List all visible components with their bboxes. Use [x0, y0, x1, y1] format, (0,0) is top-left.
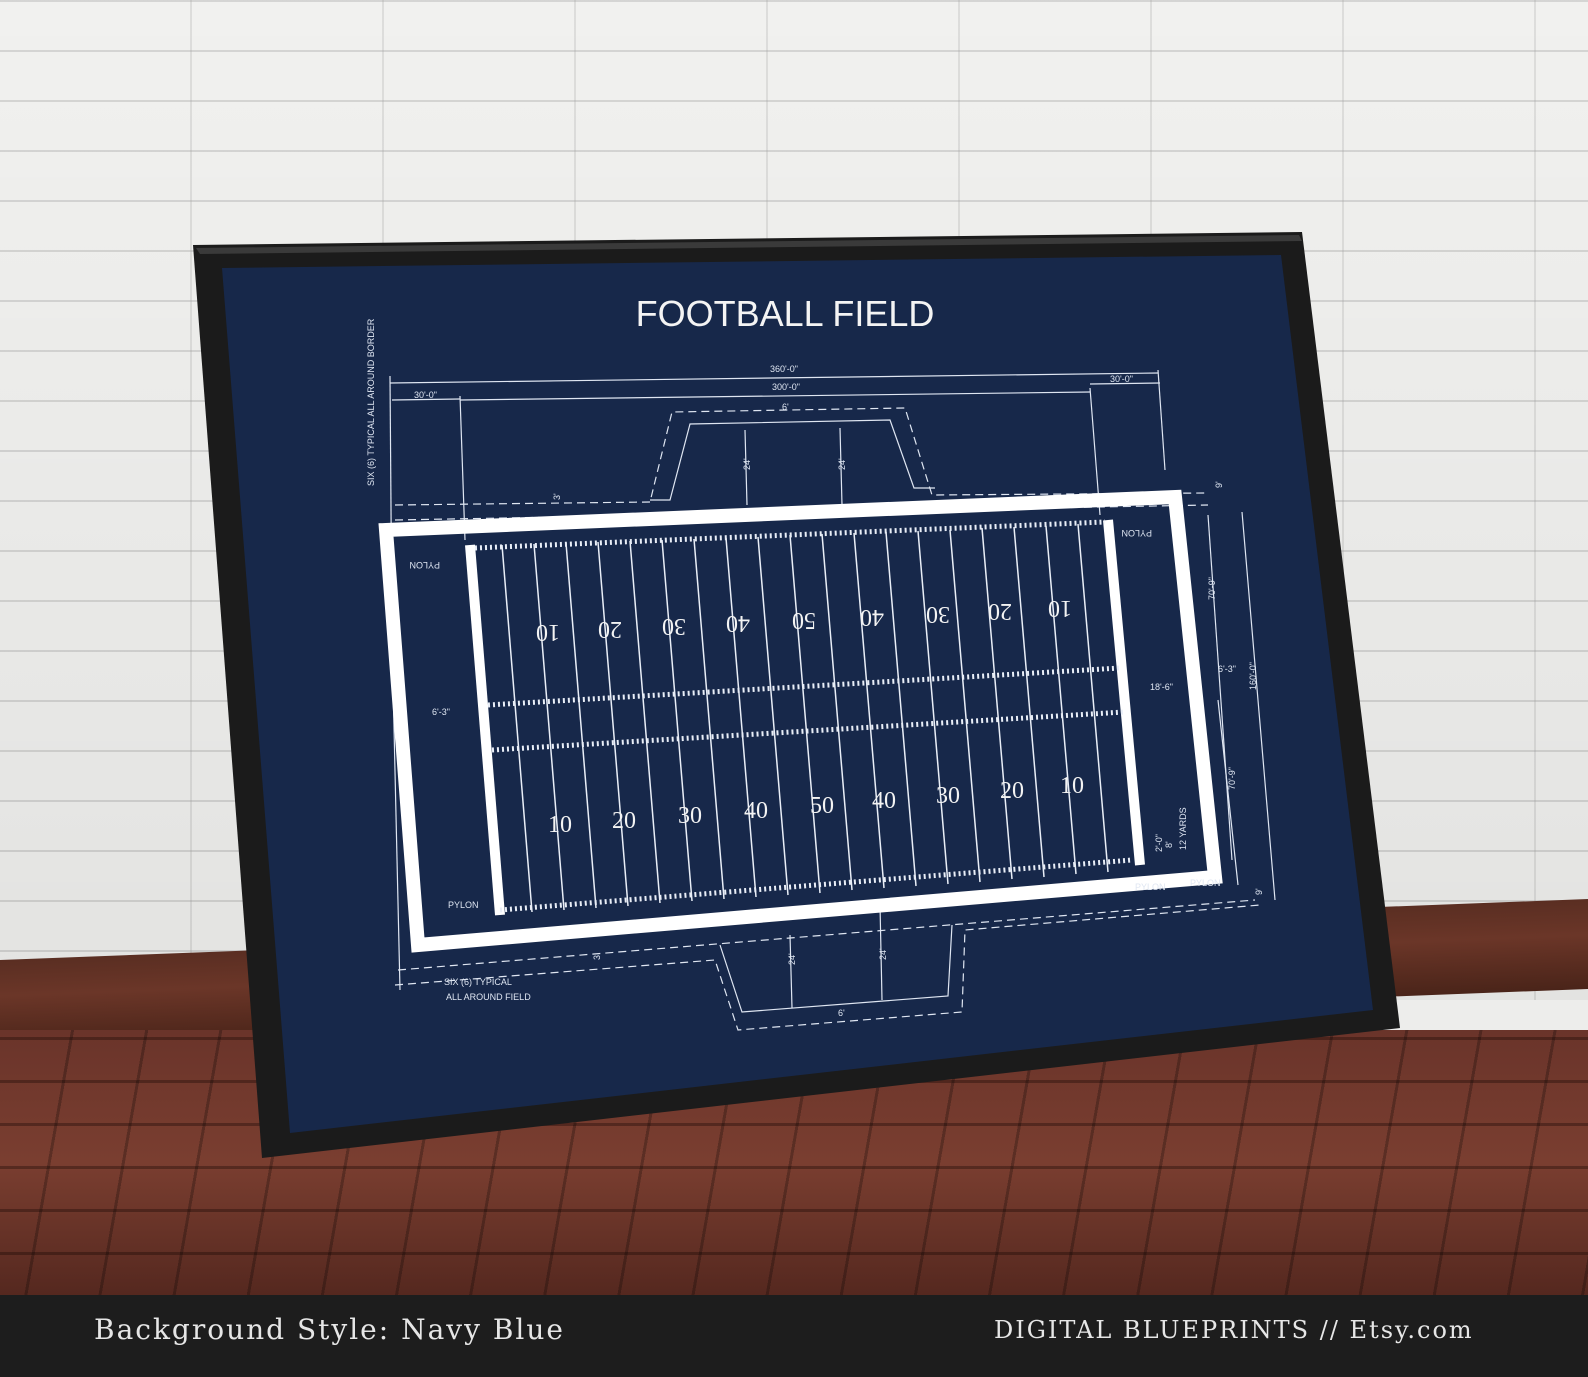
pylon-label-bottom-left: PYLON [448, 900, 479, 910]
framed-poster: FOOTBALL FIELD 10 20 30 40 50 40 30 20 1… [193, 232, 1400, 1158]
yard-number-bottom: 10 [1060, 773, 1084, 799]
dim-label-70-9-top: 70'-9" [1207, 577, 1217, 600]
dim-label-70-9-bottom: 70'-9" [1227, 767, 1237, 790]
typical-field-label-2: ALL AROUND FIELD [446, 992, 531, 1002]
typical-border-label: SIX (6) TYPICAL ALL AROUND BORDER [366, 318, 376, 486]
yard-number-top: 40 [860, 604, 884, 630]
yard-number-top: 20 [598, 616, 622, 642]
yard-number-bottom: 20 [612, 808, 636, 834]
dim-label-six-bottom: 6' [838, 1008, 845, 1018]
dim-label-2-0: 2'-0" [1154, 834, 1164, 852]
typical-field-label-1: SIX (6) TYPICAL [444, 977, 512, 987]
dim-label-six-top: 6' [782, 402, 789, 412]
dim-label-24-bottom-right: 24' [878, 948, 888, 960]
dim-label-3-top: 3' [552, 493, 562, 500]
dim-label-3-bottom: 3' [592, 953, 602, 960]
pylon-label-top-left: PYLON [409, 560, 440, 570]
dim-label-18-6: 18'-6" [1150, 682, 1173, 692]
yard-number-bottom: 30 [936, 783, 960, 809]
yard-number-bottom: 40 [872, 788, 896, 814]
dim-label-6-3-right: 6'-3" [1218, 664, 1236, 674]
yard-number-bottom: 50 [810, 793, 834, 819]
yard-number-bottom: 40 [744, 798, 768, 824]
yard-number-top: 20 [988, 598, 1012, 624]
shop-caption: DIGITAL BLUEPRINTS // Etsy.com [994, 1316, 1474, 1344]
yard-number-bottom: 20 [1000, 778, 1024, 804]
dim-label-24-bottom-left: 24' [787, 953, 797, 965]
dim-label-field: 300'-0" [772, 382, 800, 392]
dim-label-12-yards: 12 YARDS [1178, 807, 1188, 850]
dim-label-9-bottom: 9' [1254, 888, 1264, 895]
yard-number-top: 30 [662, 613, 686, 639]
dim-label-6-3-left: 6'-3" [432, 707, 450, 717]
dim-label-24-top-right: 24' [837, 458, 847, 470]
yard-number-bottom: 10 [548, 812, 572, 838]
yard-number-top: 40 [726, 610, 750, 636]
dim-label-9-top: 9' [1214, 481, 1224, 488]
yard-number-top: 10 [536, 619, 560, 645]
poster-title: FOOTBALL FIELD [636, 293, 935, 334]
dim-label-160: 160'-0" [1248, 662, 1258, 690]
background-style-caption: Background Style: Navy Blue [94, 1313, 565, 1346]
dim-label-total: 360'-0" [770, 364, 798, 374]
pylon-label-bottom-right: PYLON [1190, 878, 1221, 888]
dim-label-8: 8' [1164, 841, 1174, 848]
dim-label-endzone-right: 30'-0" [1110, 374, 1133, 384]
dim-label-24-top-left: 24' [742, 458, 752, 470]
pylon-label-top-right: PYLON [1121, 528, 1152, 538]
yard-number-bottom: 30 [678, 803, 702, 829]
pylon-label-bottom-mid: PYLON [1135, 882, 1166, 892]
dim-label-endzone-left: 30'-0" [414, 390, 437, 400]
yard-number-top: 50 [792, 607, 816, 633]
yard-number-top: 10 [1048, 595, 1072, 621]
yard-number-top: 30 [926, 601, 950, 627]
